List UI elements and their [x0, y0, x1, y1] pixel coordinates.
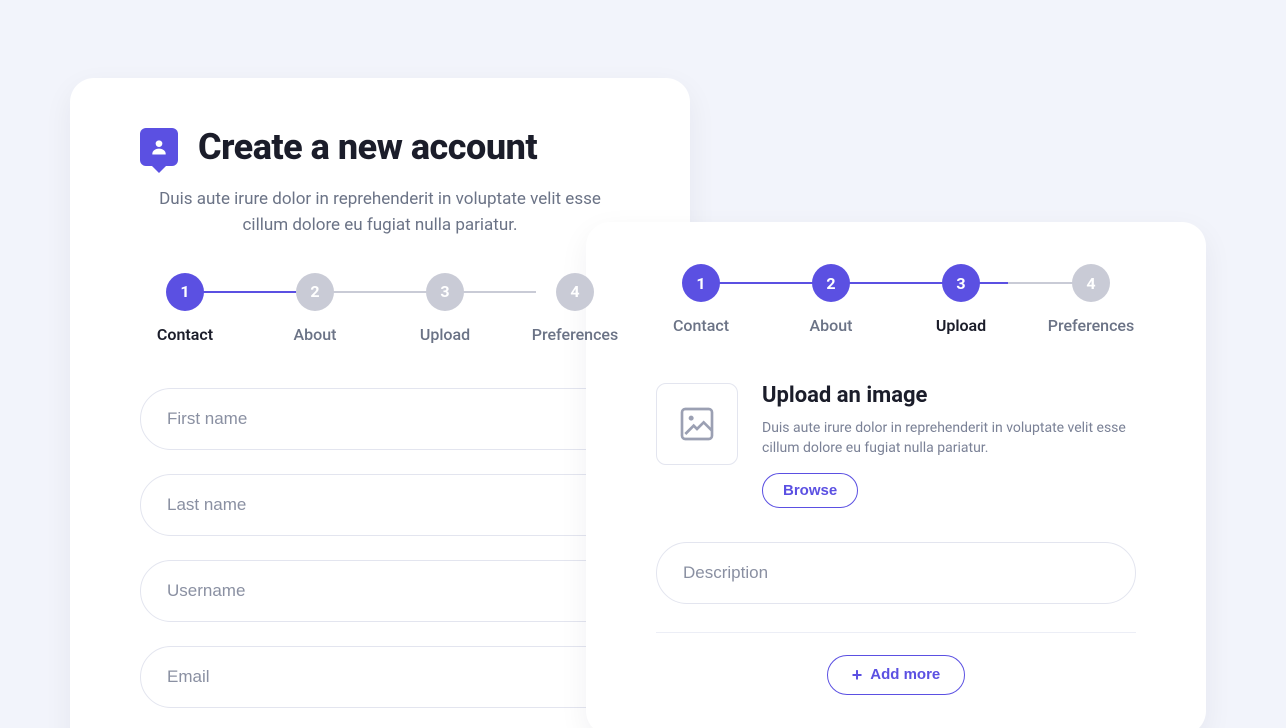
stepper-contact: 1 Contact 2 About 3 Upload 4 Preferences — [140, 273, 620, 344]
step-label: Contact — [157, 325, 213, 344]
image-icon — [677, 404, 717, 444]
step-label: About — [294, 325, 337, 344]
step-bubble: 3 — [426, 273, 464, 311]
card-title: Create a new account — [198, 126, 537, 168]
step-bubble: 1 — [682, 264, 720, 302]
upload-text-block: Upload an image Duis aute irure dolor in… — [762, 383, 1136, 508]
step-label: Contact — [673, 316, 729, 335]
description-input[interactable] — [656, 542, 1136, 604]
person-badge-icon — [140, 128, 178, 166]
plus-icon: + — [852, 666, 863, 684]
step-bubble: 2 — [296, 273, 334, 311]
step-label: Preferences — [1048, 316, 1134, 335]
step-label: About — [810, 316, 853, 335]
stepper-upload: 1 Contact 2 About 3 Upload 4 Preferences — [656, 264, 1136, 335]
step-bubble: 4 — [556, 273, 594, 311]
step-bubble: 2 — [812, 264, 850, 302]
step-preferences[interactable]: 4 Preferences — [1046, 264, 1136, 335]
step-about[interactable]: 2 About — [270, 273, 360, 344]
step-bubble: 1 — [166, 273, 204, 311]
step-label: Upload — [936, 316, 986, 335]
card-subtitle: Duis aute irure dolor in reprehenderit i… — [140, 186, 620, 239]
add-more-button[interactable]: + Add more — [827, 655, 966, 695]
add-more-row: + Add more — [656, 632, 1136, 695]
upload-row: Upload an image Duis aute irure dolor in… — [656, 383, 1136, 508]
step-label: Upload — [420, 325, 470, 344]
email-input[interactable] — [140, 646, 620, 708]
upload-dropzone[interactable] — [656, 383, 738, 465]
last-name-input[interactable] — [140, 474, 620, 536]
add-more-label: Add more — [870, 666, 940, 683]
step-contact[interactable]: 1 Contact — [656, 264, 746, 335]
step-upload[interactable]: 3 Upload — [400, 273, 490, 344]
signup-card-upload: 1 Contact 2 About 3 Upload 4 Preferences… — [586, 222, 1206, 728]
step-bubble: 4 — [1072, 264, 1110, 302]
browse-button[interactable]: Browse — [762, 473, 858, 508]
username-input[interactable] — [140, 560, 620, 622]
upload-title: Upload an image — [762, 383, 1136, 408]
step-preferences[interactable]: 4 Preferences — [530, 273, 620, 344]
step-bubble: 3 — [942, 264, 980, 302]
card-header: Create a new account — [140, 126, 620, 168]
step-contact[interactable]: 1 Contact — [140, 273, 230, 344]
step-about[interactable]: 2 About — [786, 264, 876, 335]
step-label: Preferences — [532, 325, 618, 344]
upload-desc: Duis aute irure dolor in reprehenderit i… — [762, 418, 1136, 459]
step-upload[interactable]: 3 Upload — [916, 264, 1006, 335]
first-name-input[interactable] — [140, 388, 620, 450]
